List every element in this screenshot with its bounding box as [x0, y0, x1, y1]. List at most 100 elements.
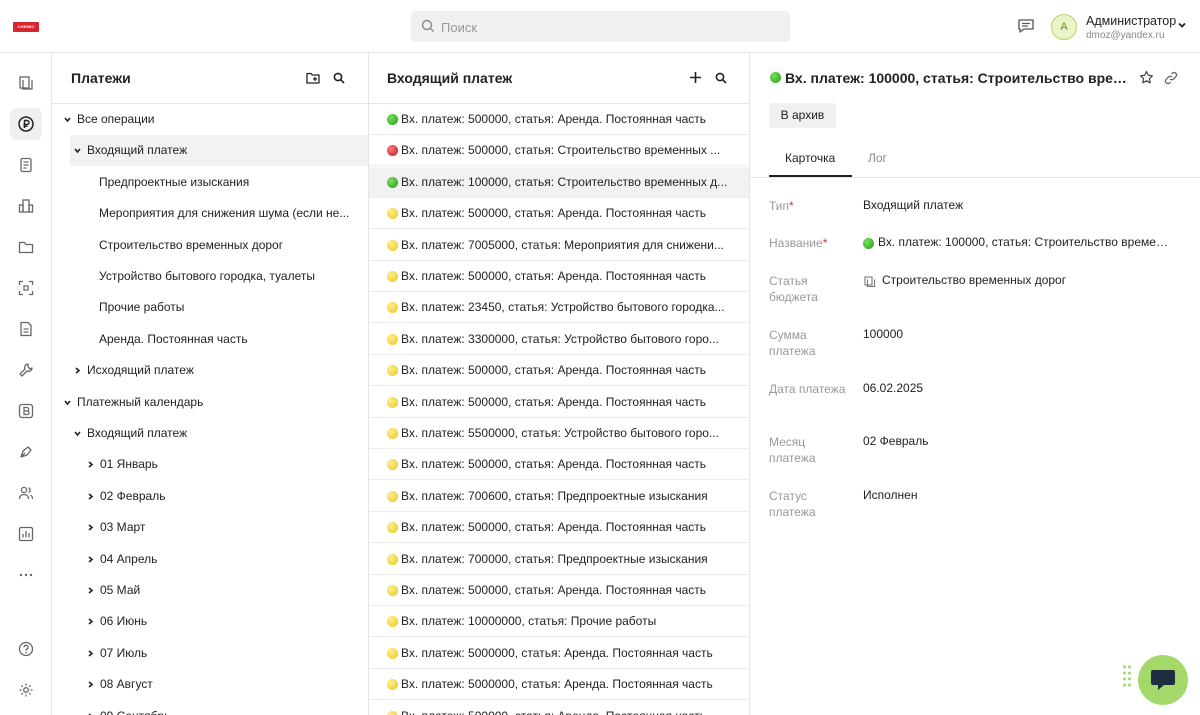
list-item[interactable]: Вх. платеж: 500000, статья: Аренда. Пост… — [369, 512, 749, 544]
list-item[interactable]: Вх. платеж: 500000, статья: Аренда. Пост… — [369, 355, 749, 387]
tree-node-label: Прочие работы — [99, 300, 185, 315]
drag-handle-icon[interactable] — [1122, 664, 1132, 692]
chevron-down-icon[interactable] — [74, 430, 81, 437]
tab-card[interactable]: Карточка — [785, 151, 835, 165]
list-item[interactable]: Вх. платеж: 3300000, статья: Устройство … — [369, 324, 749, 355]
nav-tools[interactable] — [10, 354, 42, 386]
nav-settings[interactable] — [10, 674, 42, 706]
nav-buildings[interactable] — [10, 190, 42, 222]
tree-node[interactable]: 04 Апрель — [52, 544, 368, 575]
nav-payments[interactable] — [10, 108, 42, 140]
add-icon[interactable] — [689, 71, 702, 84]
chevron-right-icon[interactable] — [87, 650, 94, 657]
list-search-icon[interactable] — [715, 72, 727, 84]
user-name[interactable]: Администратор — [1086, 14, 1176, 28]
nav-book[interactable] — [10, 67, 42, 99]
list-item[interactable]: Вх. платеж: 23450, статья: Устройство бы… — [369, 292, 749, 324]
field-value[interactable]: 02 Февраль — [863, 434, 1173, 448]
search-input[interactable]: Поиск — [411, 11, 790, 42]
list-item[interactable]: Вх. платеж: 500000, статья: Аренда. Пост… — [369, 387, 749, 418]
chevron-right-icon[interactable] — [87, 461, 94, 469]
list-item[interactable]: Вх. платеж: 700000, статья: Предпроектны… — [369, 544, 749, 575]
tree-node[interactable]: Строительство временных дорог — [52, 230, 368, 261]
tree-search-icon[interactable] — [333, 72, 345, 84]
tree-node[interactable]: 06 Июнь — [52, 606, 368, 637]
add-folder-icon[interactable] — [306, 71, 320, 85]
chevron-right-icon[interactable] — [74, 367, 81, 374]
nav-b[interactable] — [10, 395, 42, 427]
field-value[interactable]: Исполнен — [863, 488, 1173, 502]
chevron-right-icon[interactable] — [87, 618, 94, 626]
app-logo[interactable]: CHEMIC — [13, 22, 39, 32]
tree-node[interactable]: Все операции — [52, 104, 368, 135]
nav-documents[interactable] — [10, 149, 42, 181]
tree-node[interactable]: 09 Сентябрь — [52, 701, 368, 715]
tabs-divider — [750, 177, 1200, 178]
tree-node-label: 02 Февраль — [100, 488, 166, 503]
list-item[interactable]: Вх. платеж: 500000, статья: Строительств… — [369, 135, 749, 167]
field-value[interactable]: Входящий платеж — [863, 198, 1173, 212]
tree-node[interactable]: Входящий платеж — [70, 135, 368, 167]
tree-node[interactable]: 03 Март — [52, 512, 368, 543]
tree-node[interactable]: Аренда. Постоянная часть — [52, 324, 368, 355]
nav-more[interactable] — [10, 559, 42, 591]
archive-button[interactable]: В архив — [769, 103, 836, 128]
nav-files[interactable] — [10, 313, 42, 345]
chevron-down-icon[interactable] — [74, 147, 81, 154]
list-item[interactable]: Вх. платеж: 500000, статья: Аренда. Пост… — [369, 198, 749, 230]
tree-node[interactable]: Устройство бытового городка, туалеты — [52, 261, 368, 292]
tree-node[interactable]: 05 Май — [52, 575, 368, 606]
field-value[interactable]: Вх. платеж: 100000, статья: Строительств… — [878, 235, 1168, 249]
list-item[interactable]: Вх. платеж: 500000, статья: Аренда. Пост… — [369, 701, 749, 715]
list-item[interactable]: Вх. платеж: 500000, статья: Аренда. Пост… — [369, 104, 749, 135]
required-marker: * — [822, 236, 828, 250]
list-item[interactable]: Вх. платеж: 500000, статья: Аренда. Пост… — [369, 575, 749, 606]
messages-icon[interactable] — [1017, 17, 1035, 35]
tree-node[interactable]: 07 Июль — [52, 638, 368, 669]
list-item[interactable]: Вх. платеж: 5000000, статья: Аренда. Пос… — [369, 669, 749, 701]
tree-node[interactable]: Платежный календарь — [52, 387, 368, 418]
field-value[interactable]: 100000 — [863, 327, 1173, 341]
chevron-right-icon[interactable] — [87, 681, 94, 688]
nav-folder[interactable] — [10, 231, 42, 263]
avatar[interactable]: А — [1051, 14, 1077, 40]
list-item[interactable]: Вх. платеж: 5000000, статья: Аренда. Пос… — [369, 638, 749, 669]
list-item-text: Вх. платеж: 10000000, статья: Прочие раб… — [401, 614, 657, 629]
list-item[interactable]: Вх. платеж: 700600, статья: Предпроектны… — [369, 481, 749, 512]
list-item[interactable]: Вх. платеж: 5500000, статья: Устройство … — [369, 418, 749, 449]
chevron-right-icon[interactable] — [87, 524, 94, 531]
tree-node[interactable]: 01 Январь — [52, 449, 368, 480]
list-item-text: Вх. платеж: 5000000, статья: Аренда. Пос… — [401, 677, 713, 692]
chevron-right-icon[interactable] — [87, 587, 94, 594]
list-item[interactable]: Вх. платеж: 100000, статья: Строительств… — [369, 166, 749, 198]
tree-node[interactable]: 08 Август — [52, 669, 368, 700]
tree-node[interactable]: Входящий платеж — [52, 418, 368, 449]
nav-reports[interactable] — [10, 518, 42, 550]
tree-node[interactable]: Мероприятия для снижения шума (если не..… — [52, 198, 368, 229]
chevron-down-icon[interactable] — [64, 399, 71, 406]
list-item[interactable]: Вх. платеж: 500000, статья: Аренда. Пост… — [369, 449, 749, 481]
tree-node[interactable]: 02 Февраль — [52, 481, 368, 512]
chevron-down-icon[interactable] — [1177, 20, 1187, 30]
field-value[interactable]: Строительство временных дорог — [882, 273, 1172, 287]
nav-pen[interactable] — [10, 436, 42, 468]
nav-help[interactable] — [10, 633, 42, 665]
field-value[interactable]: 06.02.2025 — [863, 381, 1173, 395]
tree-node[interactable]: Предпроектные изыскания — [52, 167, 368, 198]
list-item[interactable]: Вх. платеж: 10000000, статья: Прочие раб… — [369, 606, 749, 638]
star-icon[interactable] — [1139, 70, 1154, 85]
support-chat-button[interactable] — [1138, 655, 1188, 705]
tree-node[interactable]: Прочие работы — [52, 292, 368, 323]
nav-scan[interactable] — [10, 272, 42, 304]
link-icon[interactable] — [1164, 71, 1178, 85]
list-item[interactable]: Вх. платеж: 7005000, статья: Мероприятия… — [369, 230, 749, 261]
chevron-right-icon[interactable] — [87, 555, 94, 563]
status-dot-yellow — [387, 679, 398, 691]
chevron-right-icon[interactable] — [87, 493, 94, 500]
nav-users[interactable] — [10, 477, 42, 509]
list-item[interactable]: Вх. платеж: 500000, статья: Аренда. Пост… — [369, 261, 749, 292]
chevron-down-icon[interactable] — [64, 116, 71, 123]
field-label-text: Месяц платежа — [769, 435, 816, 465]
tab-log[interactable]: Лог — [868, 151, 887, 165]
tree-node[interactable]: Исходящий платеж — [52, 355, 368, 386]
